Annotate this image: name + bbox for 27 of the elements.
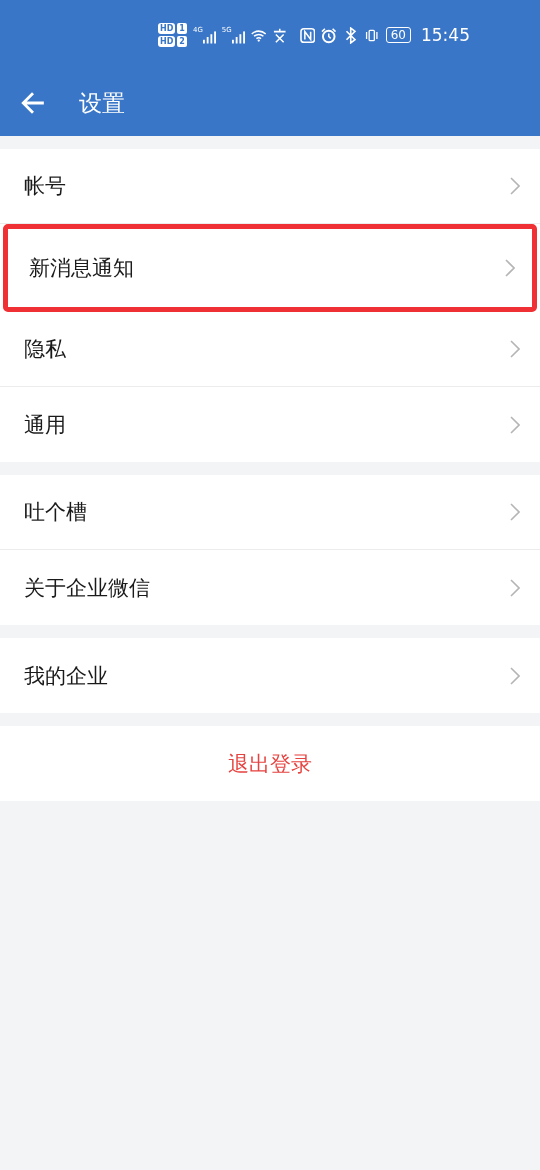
settings-item[interactable]: 我的企业 (0, 638, 540, 713)
signal-icon (231, 30, 245, 44)
chevron-icon (510, 666, 520, 685)
chevron-icon (510, 503, 520, 521)
settings-item[interactable]: 新消息通知 (3, 224, 537, 312)
sim-slot: 1 (177, 23, 187, 34)
settings-item[interactable]: 吐个槽 (0, 475, 540, 550)
sim-slot: 2 (177, 36, 187, 47)
battery-level: 60 (385, 27, 411, 43)
settings-item[interactable]: 通用 (0, 387, 540, 462)
chevron-icon (510, 177, 520, 195)
settings-item[interactable]: 关于企业微信 (0, 550, 540, 625)
settings-item[interactable]: 帐号 (0, 149, 540, 224)
back-arrow-icon[interactable] (20, 90, 46, 116)
clock-time: 15:45 (421, 25, 470, 45)
hd-badge: HD (158, 23, 176, 34)
translate-icon (272, 26, 288, 44)
chevron-icon (505, 259, 515, 277)
hd-badge: HD (158, 36, 176, 47)
signal-icon (202, 30, 216, 44)
page-title: 设置 (79, 88, 125, 118)
chevron-icon (510, 578, 520, 597)
chevron-icon (510, 340, 520, 358)
alarm-icon (321, 26, 337, 44)
nfc-icon (299, 26, 316, 44)
settings-item[interactable]: 隐私 (0, 312, 540, 387)
chevron-icon (510, 415, 520, 434)
